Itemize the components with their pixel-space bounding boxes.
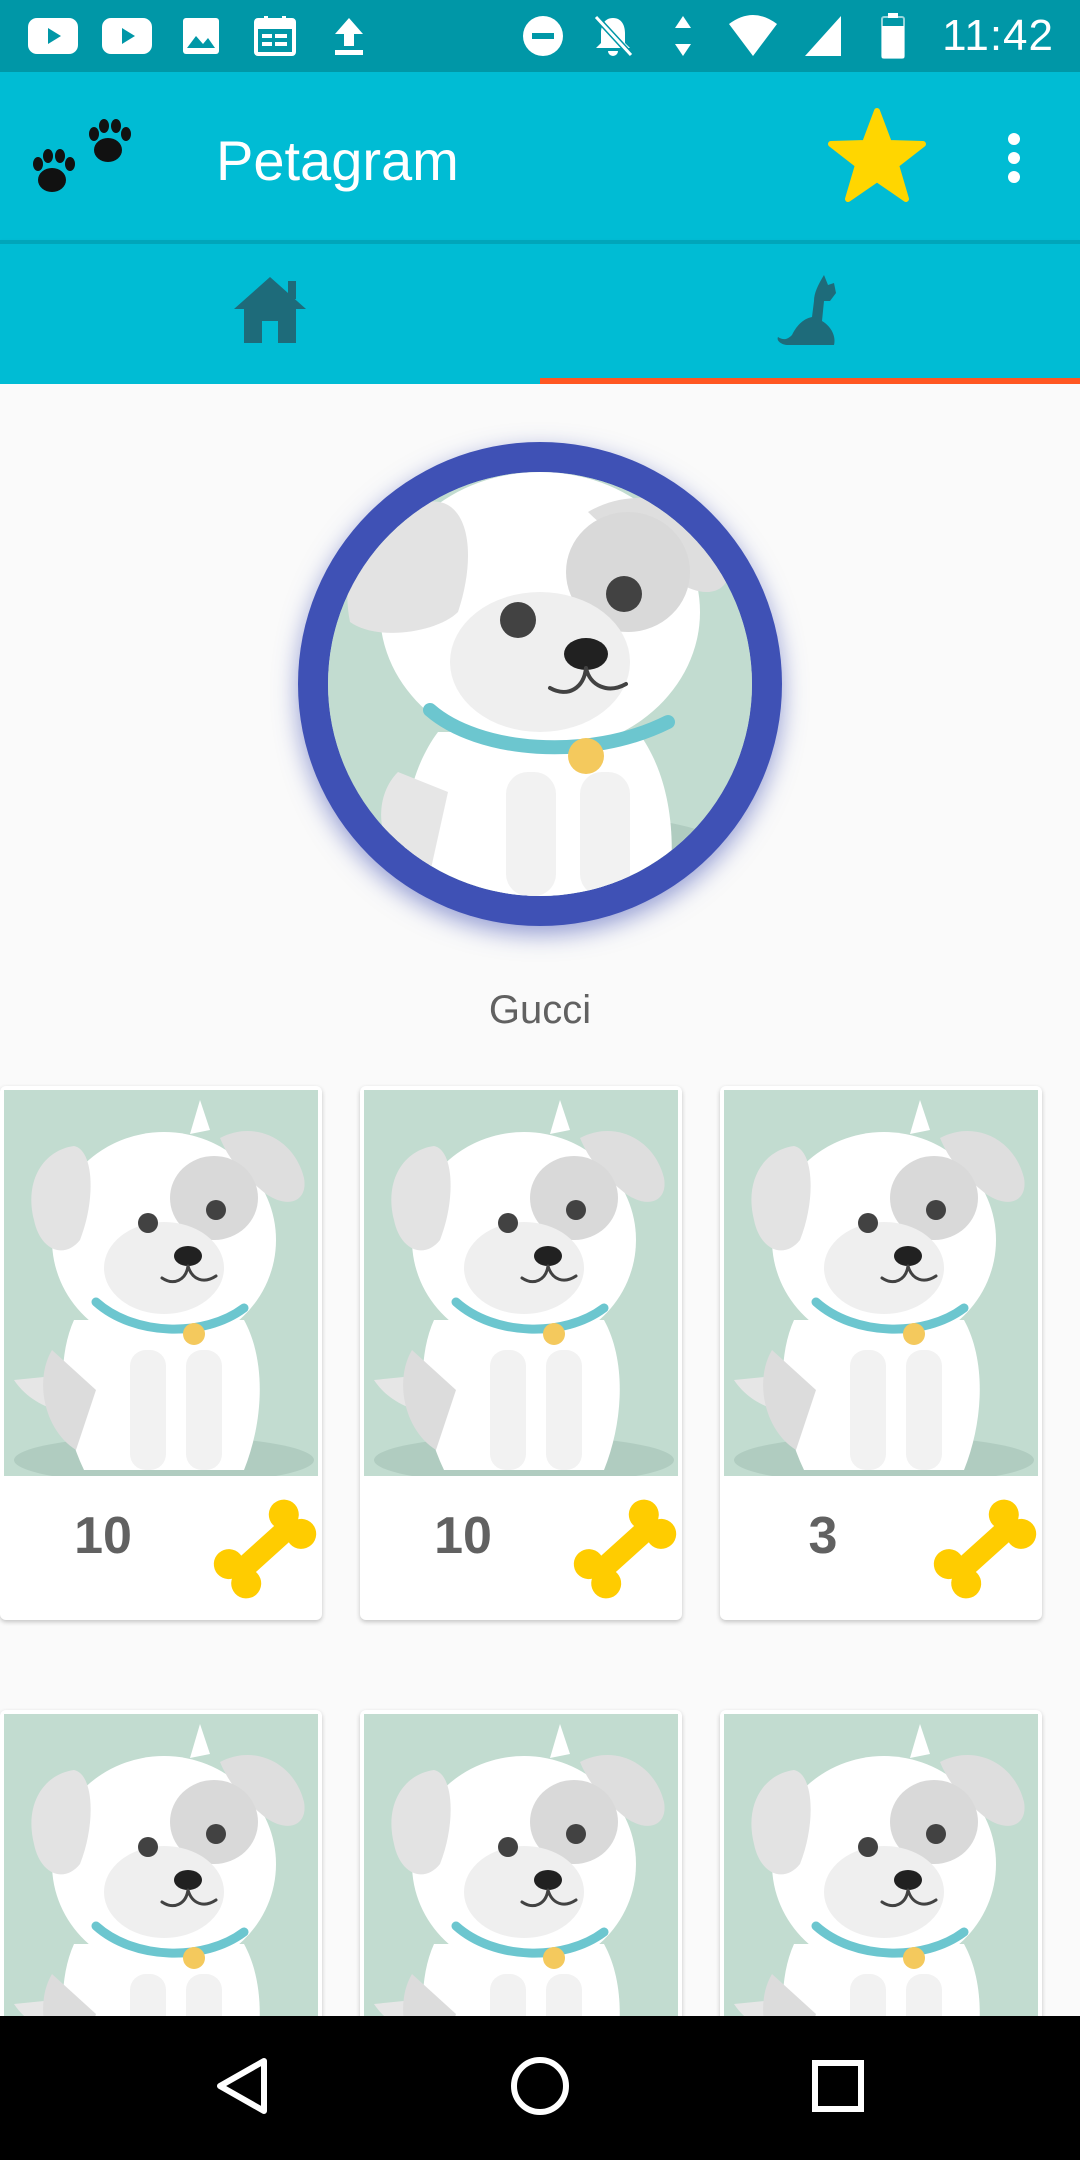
status-time: 11:42 <box>942 11 1054 60</box>
photo-card[interactable]: 3 <box>720 1086 1042 1620</box>
content-area: Gucci 10 10 3 <box>0 384 1080 2016</box>
wifi-icon <box>726 9 780 63</box>
profile-name: Gucci <box>488 988 592 1032</box>
youtube-icon <box>100 9 154 63</box>
status-right-icons: 11:42 <box>516 10 1054 62</box>
recents-button[interactable] <box>790 2040 886 2136</box>
youtube-icon <box>26 9 80 63</box>
back-button[interactable] <box>194 2040 290 2136</box>
navigation-bar <box>0 2016 1080 2160</box>
dog-icon <box>774 271 846 354</box>
notifications-off-icon <box>586 9 640 63</box>
bone-icon[interactable] <box>206 1490 322 1608</box>
home-circle-icon <box>509 2055 571 2122</box>
tab-home[interactable] <box>0 240 540 384</box>
like-count: 10 <box>434 1507 492 1565</box>
back-icon <box>212 2055 272 2122</box>
battery-icon <box>866 9 920 63</box>
photo-card[interactable] <box>720 1710 1042 2016</box>
app-title: Petagram <box>216 129 459 192</box>
pet-photo <box>724 1090 1038 1476</box>
photo-card[interactable] <box>360 1710 682 2016</box>
tab-bar <box>0 240 1080 384</box>
paw-prints-icon <box>30 116 140 206</box>
signal-icon <box>796 9 850 63</box>
pet-photo <box>4 1090 318 1476</box>
do-not-disturb-icon <box>516 9 570 63</box>
overflow-menu-icon <box>1006 132 1022 189</box>
pet-photo <box>724 1714 1038 2016</box>
bone-icon[interactable] <box>926 1490 1042 1608</box>
home-nav-button[interactable] <box>492 2040 588 2136</box>
pet-photo <box>364 1090 678 1476</box>
upload-icon <box>322 9 376 63</box>
home-icon <box>230 273 310 352</box>
tab-pet-profile[interactable] <box>540 240 1080 384</box>
overflow-menu-button[interactable] <box>990 124 1038 196</box>
image-icon <box>174 9 228 63</box>
status-left-icons <box>26 10 376 62</box>
like-count: 3 <box>808 1507 838 1565</box>
pet-photo <box>364 1714 678 2016</box>
photo-card[interactable]: 10 <box>0 1086 322 1620</box>
calendar-icon <box>248 9 302 63</box>
star-icon <box>827 107 927 208</box>
data-arrows-icon <box>656 9 710 63</box>
like-count: 10 <box>74 1507 132 1565</box>
profile-avatar <box>298 442 782 926</box>
app-screen: 11:42 Petagram Gucci 10 10 3 <box>0 0 1080 2160</box>
recents-icon <box>810 2058 866 2119</box>
photo-card[interactable] <box>0 1710 322 2016</box>
profile-photo <box>328 472 752 896</box>
favorites-button[interactable] <box>822 102 932 212</box>
status-bar: 11:42 <box>0 0 1080 72</box>
pet-photo <box>4 1714 318 2016</box>
bone-icon[interactable] <box>566 1490 682 1608</box>
photo-card[interactable]: 10 <box>360 1086 682 1620</box>
app-bar: Petagram <box>0 72 1080 240</box>
